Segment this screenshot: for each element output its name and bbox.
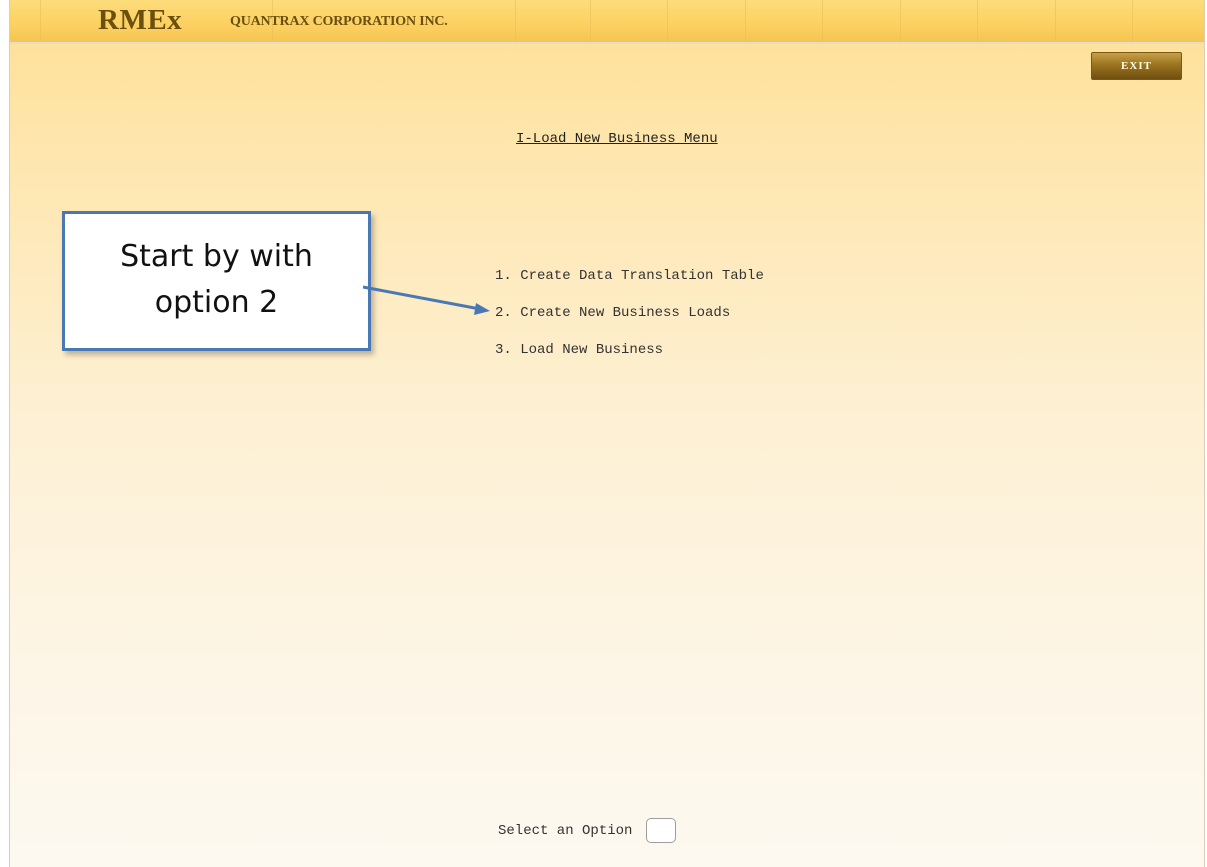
- select-option-label: Select an Option: [498, 822, 633, 839]
- select-option-input[interactable]: [646, 818, 677, 843]
- header-grid: [10, 0, 1204, 42]
- select-option-row: Select an Option: [498, 818, 677, 843]
- callout-line-1: Start by with: [120, 239, 313, 274]
- exit-button[interactable]: EXIT: [1091, 52, 1182, 80]
- rmex-logo: RMEx: [98, 4, 183, 36]
- menu-item-load-new-business[interactable]: 3. Load New Business: [495, 340, 764, 377]
- menu-item-create-data-translation-table[interactable]: 1. Create Data Translation Table: [495, 266, 764, 303]
- instruction-callout: Start by with option 2: [62, 211, 371, 351]
- app-frame: RMEx QUANTRAX CORPORATION INC. EXIT I-Lo…: [9, 0, 1205, 867]
- menu-item-create-new-business-loads[interactable]: 2. Create New Business Loads: [495, 303, 764, 340]
- header-bar: RMEx QUANTRAX CORPORATION INC.: [10, 0, 1204, 44]
- company-name: QUANTRAX CORPORATION INC.: [230, 14, 448, 29]
- callout-line-2: option 2: [154, 285, 279, 320]
- menu-list: 1. Create Data Translation Table 2. Crea…: [495, 266, 764, 377]
- page-title: I-Load New Business Menu: [516, 131, 718, 147]
